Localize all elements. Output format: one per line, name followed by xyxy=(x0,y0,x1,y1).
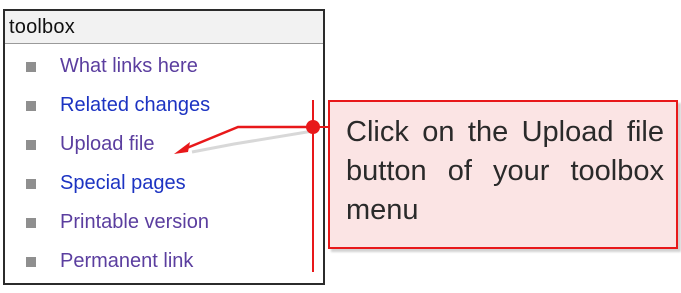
upload-file-link[interactable]: Upload file xyxy=(60,131,155,157)
tutorial-screenshot: toolbox What links here Related changes … xyxy=(0,0,681,293)
square-bullet-icon xyxy=(26,179,36,189)
toolbox-item-permanent-link: Permanent link xyxy=(5,248,305,287)
toolbox-item-special-pages: Special pages xyxy=(5,170,305,209)
toolbox-title: toolbox xyxy=(9,16,75,38)
permanent-link-link[interactable]: Permanent link xyxy=(60,248,193,274)
square-bullet-icon xyxy=(26,101,36,111)
toolbox-menu: What links here Related changes Upload f… xyxy=(5,53,305,287)
toolbox-header: toolbox xyxy=(5,11,323,44)
what-links-here-link[interactable]: What links here xyxy=(60,53,198,79)
toolbox-item-what-links-here: What links here xyxy=(5,53,305,92)
special-pages-link[interactable]: Special pages xyxy=(60,170,186,196)
square-bullet-icon xyxy=(26,218,36,228)
toolbox-item-printable-version: Printable version xyxy=(5,209,305,248)
square-bullet-icon xyxy=(26,62,36,72)
toolbox-item-upload-file: Upload file xyxy=(5,131,305,170)
toolbox-panel: toolbox What links here Related changes … xyxy=(3,9,325,285)
related-changes-link[interactable]: Related changes xyxy=(60,92,210,118)
square-bullet-icon xyxy=(26,140,36,150)
square-bullet-icon xyxy=(26,257,36,267)
printable-version-link[interactable]: Printable version xyxy=(60,209,209,235)
instruction-callout: Click on the Upload file button of your … xyxy=(328,100,678,249)
instruction-text: Click on the Upload file button of your … xyxy=(346,116,664,226)
toolbox-item-related-changes: Related changes xyxy=(5,92,305,131)
